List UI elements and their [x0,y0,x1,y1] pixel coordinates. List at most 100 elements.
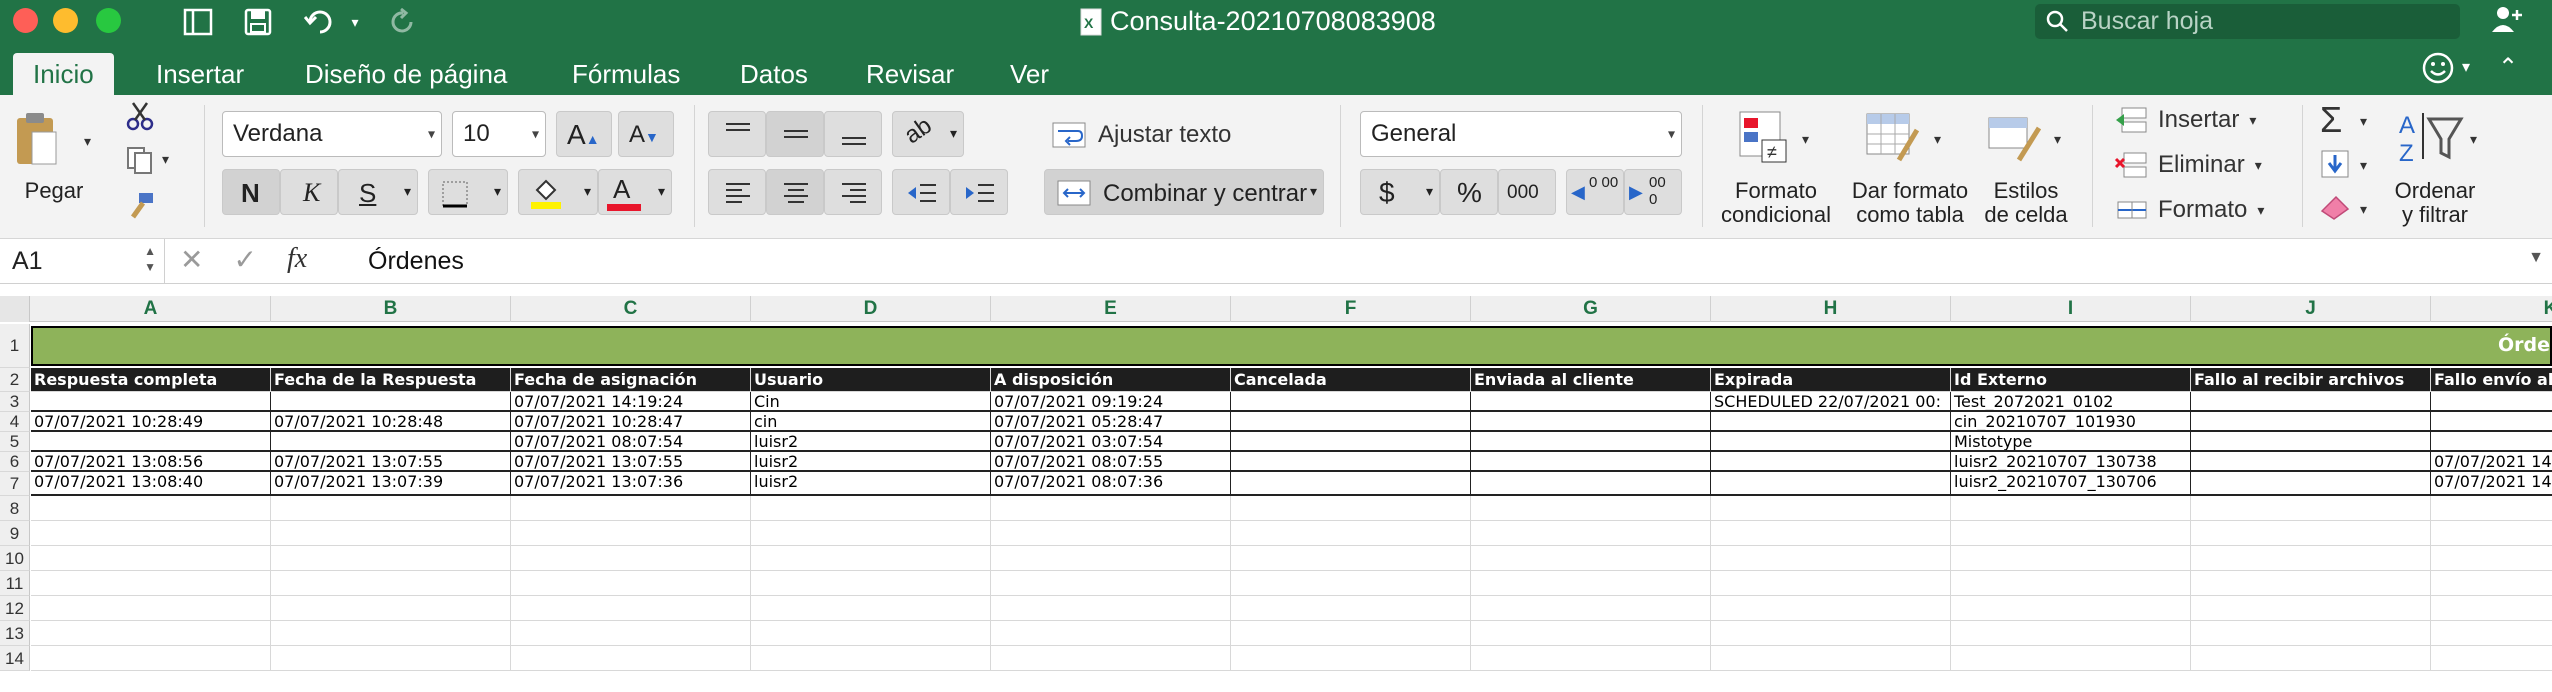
data-cell[interactable]: Test_2072021_0102 [1951,392,2191,412]
conditional-format-icon[interactable]: ≠ [1735,107,1795,167]
empty-cell[interactable] [1231,521,1471,546]
spreadsheet-grid[interactable]: ABCDEFGHIJK Órde 1 2 3 4 5 6 7 8 9 10 11 12 13 14 Resp… [0,296,2552,692]
feedback-dropdown-icon[interactable]: ▾ [2462,57,2470,77]
empty-cell[interactable] [1711,496,1951,521]
empty-cell[interactable] [991,496,1231,521]
empty-cell[interactable] [271,521,511,546]
header-cell[interactable]: Expirada [1711,368,1951,392]
data-cell[interactable]: Mistotype [1951,432,2191,452]
data-cell[interactable]: 07/07/2021 14:19:24 [511,392,751,412]
data-cell[interactable] [1711,412,1951,432]
data-cell[interactable]: luisr2 [751,432,991,452]
clear-eraser-icon[interactable] [2318,191,2352,221]
empty-cell[interactable] [991,646,1231,671]
currency-button[interactable]: $ ▾ [1360,169,1440,215]
empty-cell[interactable] [511,521,751,546]
percent-button[interactable]: % [1440,169,1498,215]
tab-inicio[interactable]: Inicio [13,53,114,95]
data-cell[interactable]: 07/07/2021 10:28:48 [271,412,511,432]
empty-cell[interactable] [1231,621,1471,646]
data-cell[interactable] [1231,412,1471,432]
empty-cell[interactable] [1951,596,2191,621]
fill-color-button[interactable]: ▾ [518,169,598,215]
data-cell[interactable] [2191,412,2431,432]
sort-filter-label[interactable]: Ordenar y filtrar [2380,179,2490,227]
redo-icon[interactable] [385,4,421,40]
empty-cell[interactable] [991,596,1231,621]
data-cell[interactable]: 07/07/2021 08:07:54 [511,432,751,452]
data-cell[interactable]: luisr2 [751,472,991,496]
empty-cell[interactable] [991,546,1231,571]
search-sheet-input[interactable]: Buscar hoja [2035,4,2460,39]
sidebar-toggle-icon[interactable] [180,4,216,40]
data-cell[interactable]: 07/07/2021 09:19:24 [991,392,1231,412]
empty-cell[interactable] [2191,521,2431,546]
clear-dropdown-icon[interactable]: ▾ [2360,201,2367,218]
data-cell[interactable]: 07/07/2021 13:08:40 [31,472,271,496]
row-header-3[interactable]: 3 [0,392,30,412]
column-header-i[interactable]: I [1951,296,2191,322]
data-cell[interactable]: 07/07/2021 13:08:56 [31,452,271,472]
data-cell[interactable] [1231,452,1471,472]
italic-button[interactable]: K [280,169,338,215]
data-cell[interactable]: 07/07/2021 14 [2431,452,2552,472]
confirm-entry-icon[interactable]: ✓ [233,243,256,276]
empty-cell[interactable] [2191,571,2431,596]
empty-cell[interactable] [2191,496,2431,521]
cell-styles-icon[interactable] [1984,107,2044,167]
data-cell[interactable] [1471,472,1711,496]
empty-cell[interactable] [31,621,271,646]
data-cell[interactable]: 07/07/2021 10:28:47 [511,412,751,432]
data-cell[interactable] [1471,452,1711,472]
row-header-8[interactable]: 8 [0,496,30,521]
borders-button[interactable]: ▾ [428,169,508,215]
data-cell[interactable] [2191,452,2431,472]
decrease-font-button[interactable]: A▼ [618,111,674,157]
empty-cell[interactable] [1711,546,1951,571]
header-cell[interactable]: Fallo envío al [2431,368,2552,392]
data-cell[interactable] [2191,432,2431,452]
empty-cell[interactable] [511,496,751,521]
increase-font-button[interactable]: A▲ [556,111,612,157]
cell-styles-dropdown-icon[interactable]: ▾ [2054,131,2061,148]
data-cell[interactable] [2431,412,2552,432]
empty-cell[interactable] [2431,646,2552,671]
format-table-dropdown-icon[interactable]: ▾ [1934,131,1941,148]
row-header-1[interactable]: 1 [0,324,30,368]
empty-cell[interactable] [271,596,511,621]
data-cell[interactable]: 07/07/2021 08:07:36 [991,472,1231,496]
data-cell[interactable] [2191,472,2431,496]
sort-filter-dropdown-icon[interactable]: ▾ [2470,131,2477,148]
empty-cell[interactable] [511,621,751,646]
empty-cell[interactable] [1951,571,2191,596]
data-cell[interactable]: luisr2 [751,452,991,472]
fill-dropdown-icon[interactable]: ▾ [2360,157,2367,174]
conditional-format-label[interactable]: Formato condicional [1710,179,1842,227]
empty-cell[interactable] [1231,571,1471,596]
row-header-6[interactable]: 6 [0,452,30,472]
data-cell[interactable]: 07/07/2021 03:07:54 [991,432,1231,452]
autosum-dropdown-icon[interactable]: ▾ [2360,113,2367,130]
format-cells-button[interactable]: Formato ▾ [2114,193,2264,227]
empty-cell[interactable] [1231,546,1471,571]
empty-cell[interactable] [1951,646,2191,671]
empty-cell[interactable] [2431,521,2552,546]
data-cell[interactable] [31,392,271,412]
data-cell[interactable]: 07/07/2021 08:07:55 [991,452,1231,472]
empty-cell[interactable] [1951,621,2191,646]
empty-cell[interactable] [31,646,271,671]
header-cell[interactable]: Usuario [751,368,991,392]
empty-cell[interactable] [1711,596,1951,621]
data-cell[interactable] [2431,392,2552,412]
column-header-b[interactable]: B [271,296,511,322]
empty-cell[interactable] [751,646,991,671]
empty-cell[interactable] [2191,546,2431,571]
column-header-h[interactable]: H [1711,296,1951,322]
align-center-button[interactable] [766,169,824,215]
undo-dropdown-icon[interactable]: ▾ [345,4,365,40]
align-top-button[interactable] [708,111,766,157]
header-cell[interactable]: Fecha de la Respuesta [271,368,511,392]
minimize-window-button[interactable] [53,8,78,33]
empty-cell[interactable] [991,621,1231,646]
close-window-button[interactable] [13,8,38,33]
